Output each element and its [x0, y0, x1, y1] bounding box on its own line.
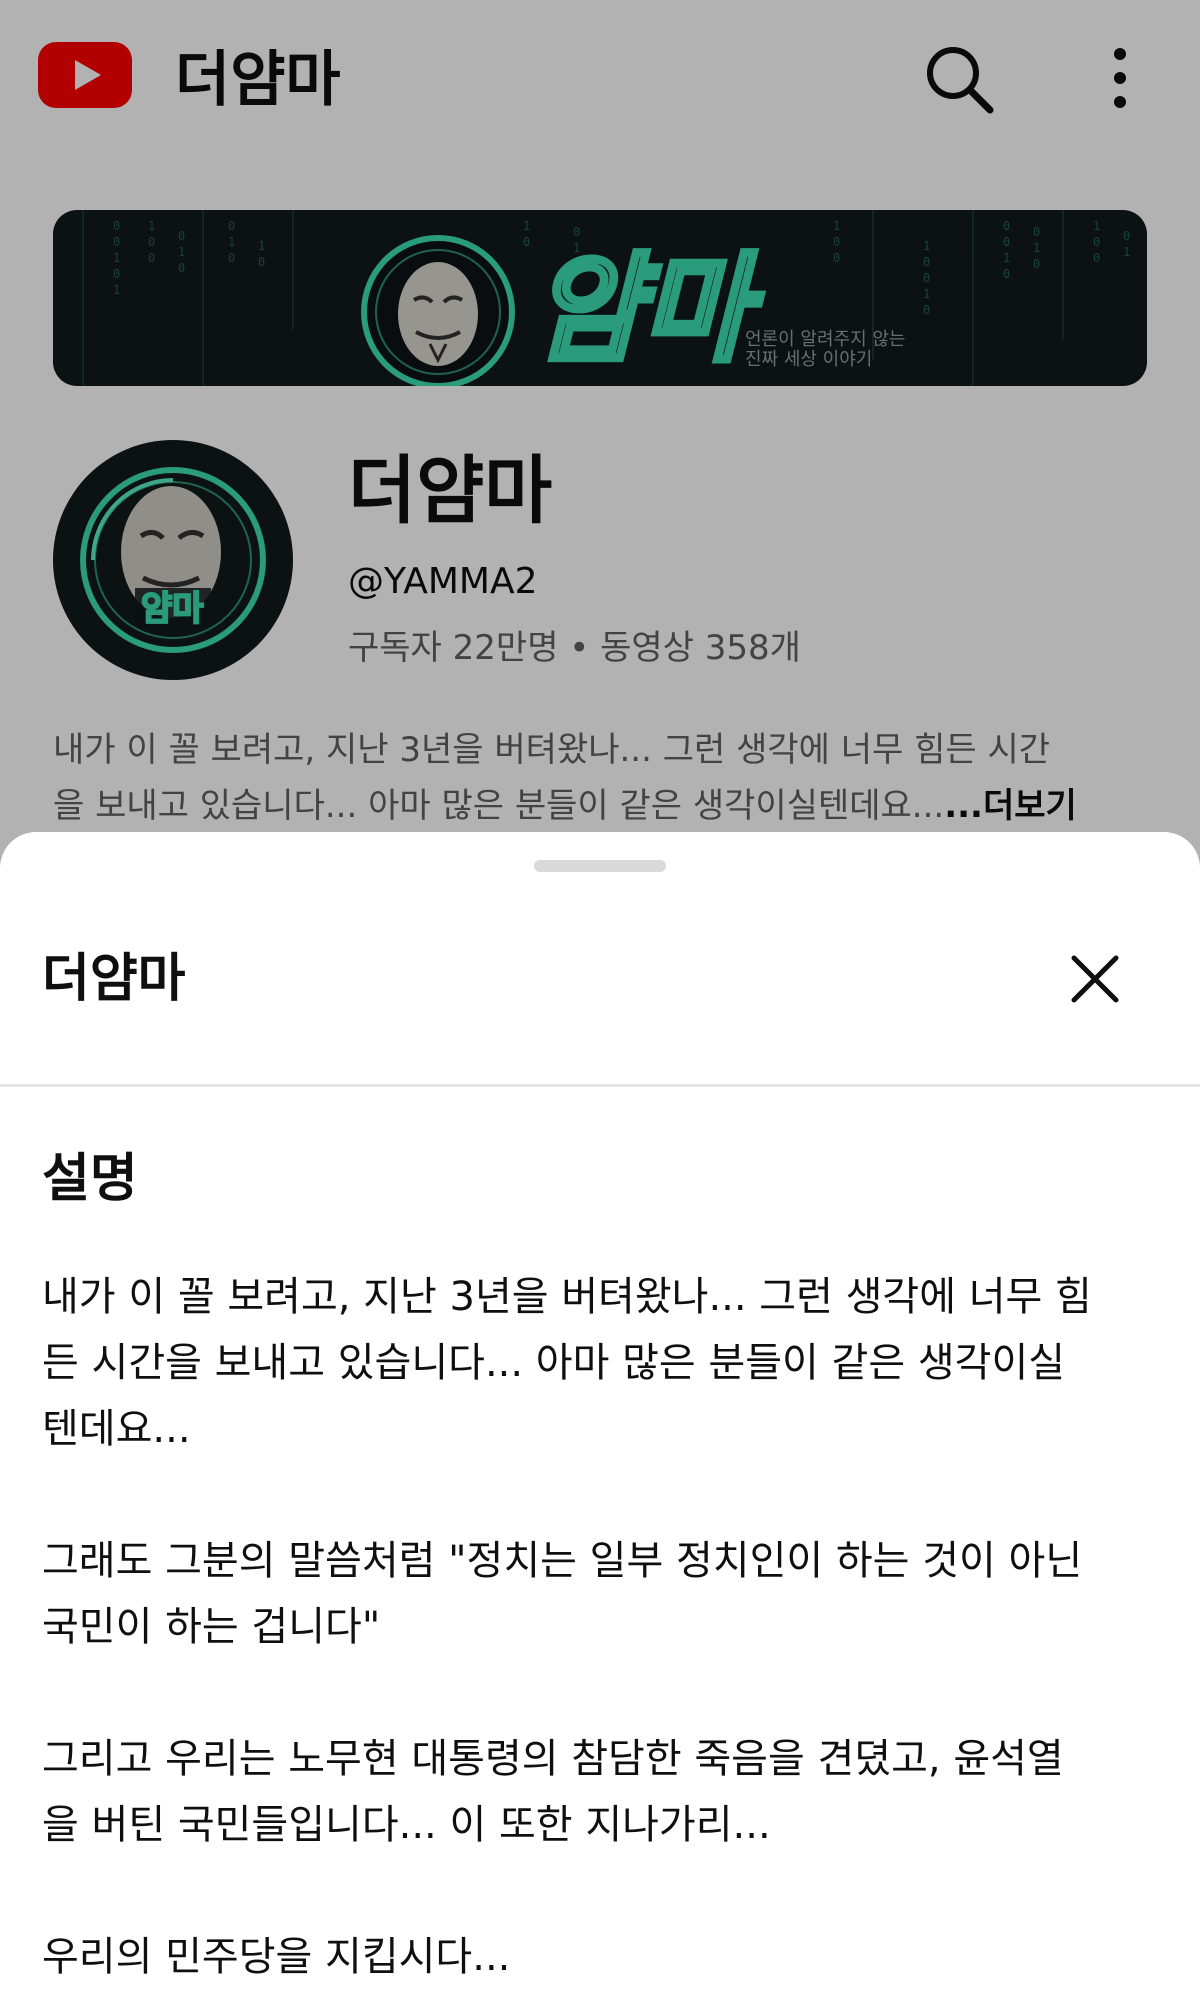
description-line: 텐데요...: [42, 1406, 191, 1452]
description-line: 우리의 민주당을 지킵시다...: [42, 1934, 511, 1980]
description-body: 내가 이 꼴 보려고, 지난 3년을 버텨왔나... 그런 생각에 너무 힘 든…: [42, 1264, 1162, 1996]
section-title-description: 설명: [42, 1149, 138, 1209]
description-line: 그래도 그분의 말씀처럼 "정치는 일부 정치인이 하는 것이 아닌: [42, 1538, 1083, 1584]
description-line: 든 시간을 보내고 있습니다... 아마 많은 분들이 같은 생각이실: [42, 1340, 1066, 1386]
drag-handle[interactable]: [534, 860, 666, 872]
description-paragraph: 내가 이 꼴 보려고, 지난 3년을 버텨왔나... 그런 생각에 너무 힘 든…: [42, 1264, 1162, 1462]
sheet-divider: [0, 1084, 1200, 1087]
description-paragraph: 우리의 민주당을 지킵시다...: [42, 1924, 1162, 1990]
description-line: 을 버틴 국민들입니다... 이 또한 지나가리...: [42, 1802, 771, 1848]
description-paragraph: 그래도 그분의 말씀처럼 "정치는 일부 정치인이 하는 것이 아닌 국민이 하…: [42, 1528, 1162, 1660]
description-line: 내가 이 꼴 보려고, 지난 3년을 버텨왔나... 그런 생각에 너무 힘: [42, 1274, 1092, 1320]
description-paragraph: 그리고 우리는 노무현 대통령의 참담한 죽음을 견뎠고, 윤석열 을 버틴 국…: [42, 1726, 1162, 1858]
description-line: 국민이 하는 겁니다": [42, 1604, 381, 1650]
description-bottom-sheet: 더얌마 설명 내가 이 꼴 보려고, 지난 3년을 버텨왔나... 그런 생각에…: [0, 832, 1200, 1996]
sheet-title: 더얌마: [42, 949, 186, 1009]
close-icon[interactable]: [1064, 948, 1126, 1010]
description-line: 그리고 우리는 노무현 대통령의 참담한 죽음을 견뎠고, 윤석열: [42, 1736, 1064, 1782]
